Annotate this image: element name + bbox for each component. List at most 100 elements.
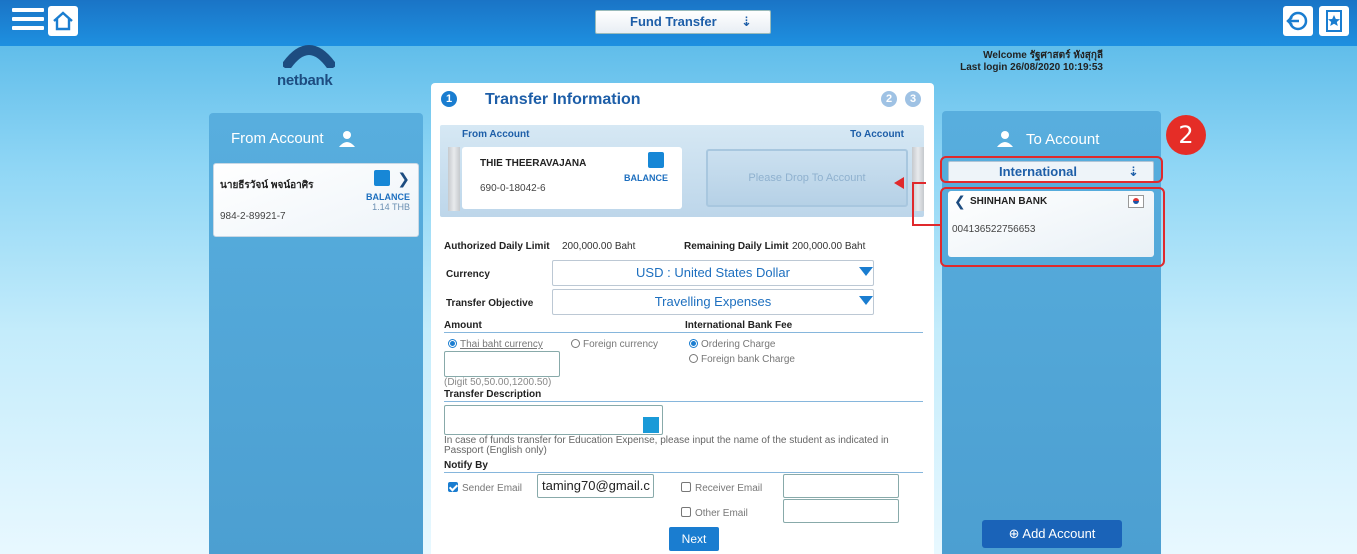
currency-label: Currency	[446, 269, 490, 280]
radio-foreign-bank-label: Foreign bank Charge	[701, 354, 795, 365]
from-account-panel: From Account นายธีรวัจน์ พจน์อาศิร ❯ BAL…	[209, 113, 423, 554]
receiver-email-checkbox[interactable]: Receiver Email	[681, 482, 762, 494]
ktb-logo-mark	[283, 45, 335, 68]
sender-email-checkbox[interactable]: Sender Email	[448, 482, 522, 494]
remain-limit-label: Remaining Daily Limit	[684, 241, 789, 252]
currency-select[interactable]: USD : United States Dollar	[552, 260, 874, 286]
other-email-input[interactable]	[783, 499, 899, 523]
receiver-email-input[interactable]	[783, 474, 899, 498]
dropdown-arrow-icon	[859, 296, 873, 305]
welcome-user: Welcome รัฐศาสตร์ หังสุกุลี	[983, 50, 1103, 61]
remain-limit-value: 200,000.00 Baht	[792, 241, 866, 252]
highlight-to-card	[940, 187, 1165, 267]
radio-dot-icon	[689, 339, 698, 348]
auth-limit-label: Authorized Daily Limit	[444, 241, 550, 252]
from-card-name: THIE THEERAVAJANA	[480, 158, 587, 169]
objective-value: Travelling Expenses	[654, 294, 772, 309]
highlight-account-type	[940, 156, 1163, 183]
user-icon	[338, 131, 355, 148]
checkbox-icon	[681, 482, 691, 492]
connector-line	[912, 182, 926, 226]
balance-label: BALANCE	[366, 192, 410, 202]
plus-circle-icon: ⊕	[1008, 526, 1020, 541]
sender-email-label: Sender Email	[462, 483, 523, 494]
service-select[interactable]: Fund Transfer ⇣	[595, 10, 771, 34]
arrow-icon	[894, 177, 904, 189]
divider	[444, 401, 923, 402]
radio-dot-icon	[448, 339, 457, 348]
chevron-down-icon: ⇣	[741, 14, 752, 29]
auth-limit-value: 200,000.00 Baht	[562, 241, 636, 252]
page-title: Transfer Information	[485, 91, 641, 108]
to-account-label: To Account	[850, 129, 904, 140]
home-icon[interactable]	[48, 6, 78, 36]
drag-handle[interactable]	[448, 147, 460, 211]
ktb-icon	[374, 170, 390, 186]
next-button[interactable]: Next	[669, 527, 719, 551]
notify-label: Notify By	[444, 460, 488, 471]
add-account-button[interactable]: ⊕ Add Account	[982, 520, 1122, 548]
to-account-drop-target[interactable]: Please Drop To Account	[706, 149, 908, 207]
radio-ordering-label: Ordering Charge	[701, 339, 776, 350]
balance: BALANCE 1.14 THB	[366, 192, 410, 212]
description-input[interactable]	[444, 405, 663, 435]
currency-value: USD : United States Dollar	[636, 265, 790, 280]
from-account-label: From Account	[462, 129, 530, 140]
divider	[444, 332, 923, 333]
step-2-indicator: 2	[881, 91, 897, 107]
radio-foreign-label: Foreign currency	[583, 339, 659, 350]
add-account-label: Add Account	[1022, 526, 1096, 541]
account-name: นายธีรวัจน์ พจน์อาศิร	[220, 180, 314, 191]
ktb-icon	[648, 152, 664, 168]
step-3-indicator: 3	[905, 91, 921, 107]
chevron-right-icon[interactable]: ❯	[397, 170, 410, 188]
logout-icon[interactable]	[1283, 6, 1313, 36]
digit-hint: (Digit 50,50.00,1200.50)	[444, 377, 552, 388]
service-select-label: Fund Transfer	[630, 14, 717, 29]
divider	[444, 472, 923, 473]
connector-line	[912, 224, 942, 226]
from-card-number: 690-0-18042-6	[480, 183, 546, 194]
from-account-header: From Account	[209, 113, 423, 165]
amount-label: Amount	[444, 320, 482, 331]
checkbox-icon	[681, 507, 691, 517]
account-drop-zone: From Account To Account THIE THEERAVAJAN…	[440, 125, 924, 217]
education-note: In case of funds transfer for Education …	[444, 435, 889, 456]
radio-thai-baht[interactable]: Thai baht currency	[448, 339, 543, 350]
keyboard-icon[interactable]	[643, 417, 659, 433]
user-icon	[997, 131, 1013, 147]
logo-word: netbank	[277, 72, 333, 89]
from-card-balance-label: BALANCE	[624, 173, 668, 183]
checkbox-icon	[448, 482, 458, 492]
from-account-card[interactable]: นายธีรวัจน์ พจน์อาศิร ❯ BALANCE 1.14 THB…	[213, 163, 419, 237]
dropdown-arrow-icon	[859, 267, 873, 276]
amount-input[interactable]	[444, 351, 560, 377]
menu-icon[interactable]	[12, 8, 44, 34]
last-login: Last login 26/08/2020 10:19:53	[960, 62, 1103, 73]
radio-dot-icon	[571, 339, 580, 348]
step-badge: 2	[1166, 115, 1206, 155]
radio-ordering-charge[interactable]: Ordering Charge	[689, 339, 775, 350]
radio-foreign-currency[interactable]: Foreign currency	[571, 339, 658, 350]
objective-label: Transfer Objective	[446, 298, 534, 309]
sender-email-input[interactable]: taming70@gmail.c	[537, 474, 654, 498]
fee-label: International Bank Fee	[685, 320, 793, 331]
receiver-email-label: Receiver Email	[695, 483, 763, 494]
favorite-icon[interactable]	[1319, 6, 1349, 36]
balance-value: 1.14 THB	[372, 202, 410, 212]
radio-thai-label: Thai baht currency	[460, 339, 543, 350]
from-account-title: From Account	[231, 130, 324, 147]
other-email-label: Other Email	[695, 508, 748, 519]
radio-foreign-bank-charge[interactable]: Foreign bank Charge	[689, 354, 795, 365]
transfer-info-panel: 1 Transfer Information 2 3 From Account …	[431, 83, 934, 554]
account-number: 984-2-89921-7	[220, 211, 286, 222]
step-1-indicator: 1	[441, 91, 457, 107]
objective-select[interactable]: Travelling Expenses	[552, 289, 874, 315]
netbank-logo: netbank	[275, 40, 345, 92]
selected-from-card[interactable]: THIE THEERAVAJANA BALANCE 690-0-18042-6	[462, 147, 682, 209]
welcome-info: Welcome รัฐศาสตร์ หังสุกุลี Last login 2…	[960, 50, 1103, 74]
radio-dot-icon	[689, 354, 698, 363]
description-label: Transfer Description	[444, 389, 542, 400]
top-bar: Fund Transfer ⇣	[0, 0, 1357, 46]
other-email-checkbox[interactable]: Other Email	[681, 507, 748, 519]
